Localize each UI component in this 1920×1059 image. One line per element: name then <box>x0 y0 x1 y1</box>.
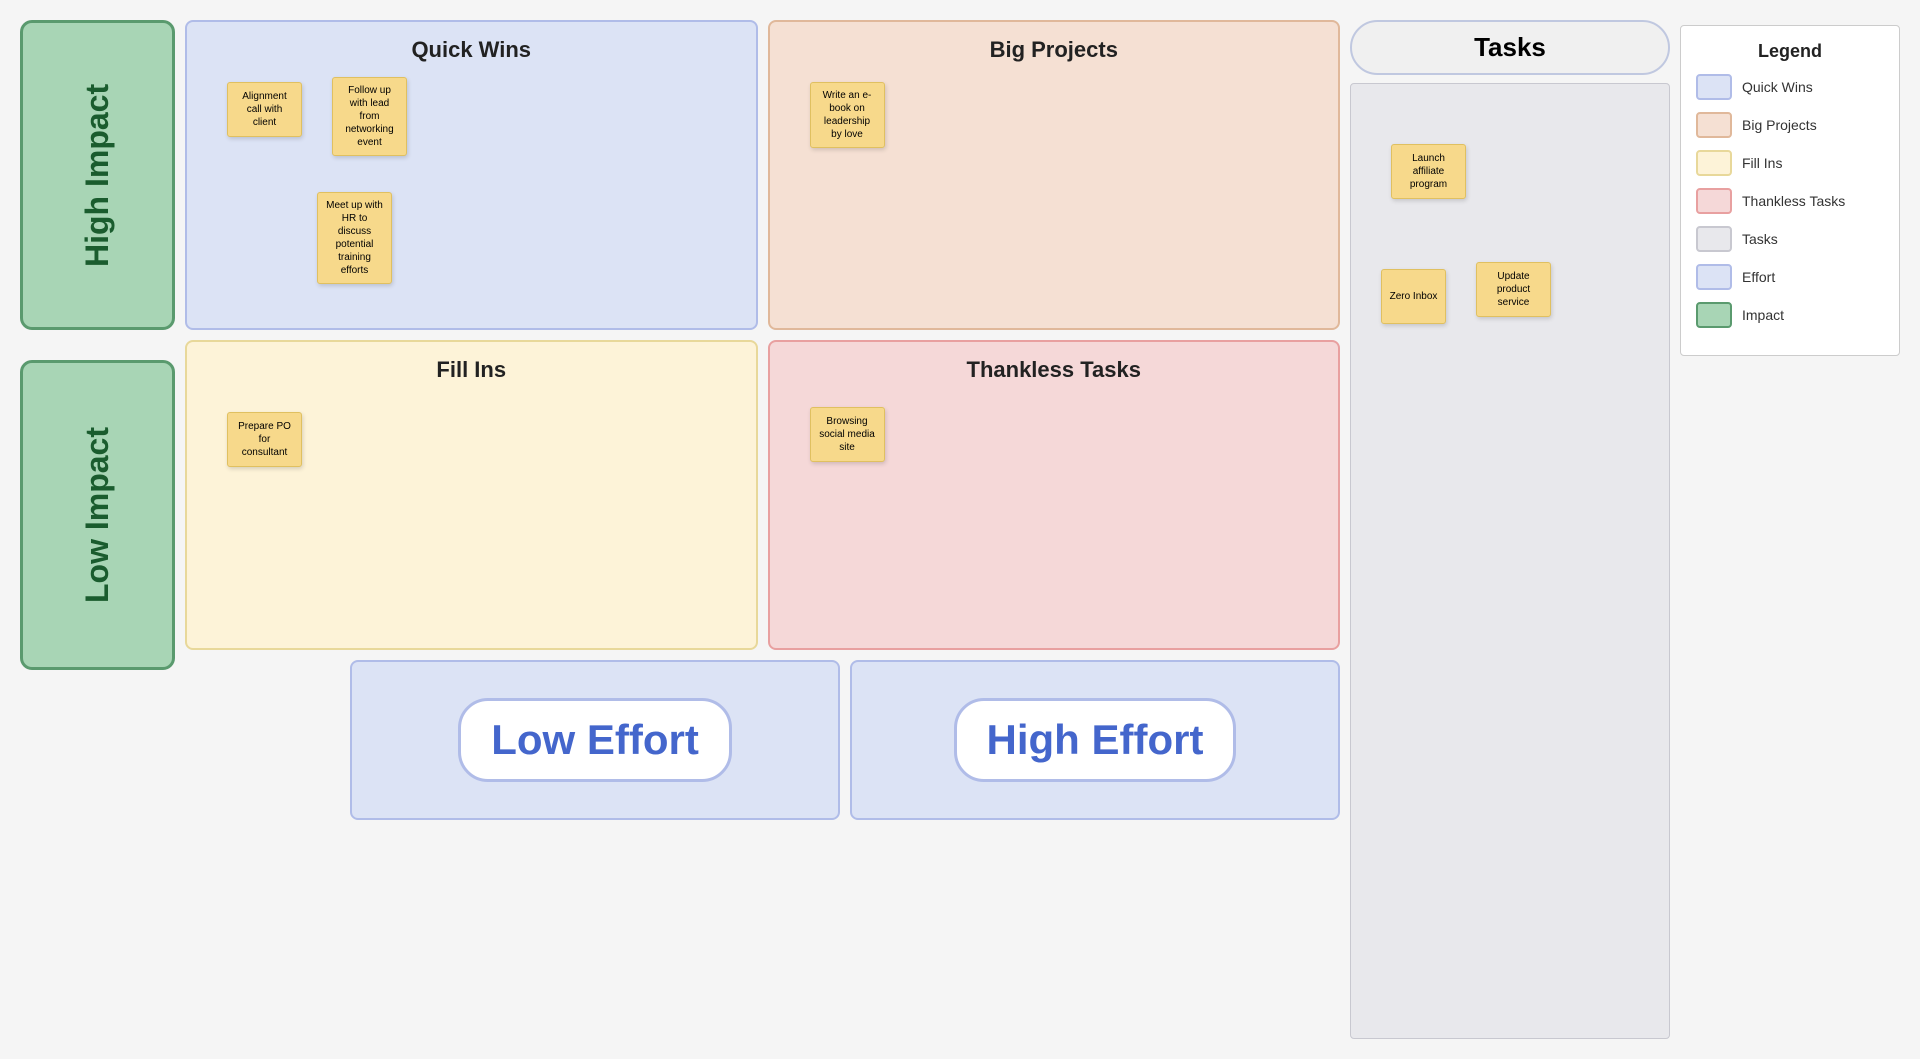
sticky-note[interactable]: Browsing social media site <box>810 407 885 462</box>
sticky-note[interactable]: Launch affiliate program <box>1391 144 1466 199</box>
legend-color-swatch <box>1696 112 1732 138</box>
legend-color-swatch <box>1696 264 1732 290</box>
low-effort-label: Low Effort <box>458 698 732 782</box>
legend-item-label: Quick Wins <box>1742 79 1813 95</box>
effort-row: Low Effort High Effort <box>185 660 1340 820</box>
thankless-tasks-quadrant: Thankless Tasks Browsing social media si… <box>768 340 1341 650</box>
matrix-top-row: Quick Wins Alignment call with client Fo… <box>185 20 1340 330</box>
legend-color-swatch <box>1696 74 1732 100</box>
legend-panel: Legend Quick Wins Big Projects Fill Ins Tha… <box>1680 25 1900 356</box>
main-container: High Impact Low Impact Quick Wins Alignm… <box>0 0 1920 1059</box>
legend-item: Effort <box>1696 264 1884 290</box>
sticky-note[interactable]: Alignment call with client <box>227 82 302 137</box>
big-projects-title: Big Projects <box>785 37 1324 63</box>
matrix-area: Quick Wins Alignment call with client Fo… <box>185 20 1340 1039</box>
tasks-body: Launch affiliate program Zero Inbox Upda… <box>1350 83 1670 1039</box>
sticky-note[interactable]: Meet up with HR to discuss potential tra… <box>317 192 392 284</box>
legend-item-label: Tasks <box>1742 231 1778 247</box>
high-impact-label: High Impact <box>20 20 175 330</box>
legend-item: Impact <box>1696 302 1884 328</box>
legend-item: Tasks <box>1696 226 1884 252</box>
quick-wins-title: Quick Wins <box>202 37 741 63</box>
legend-item: Quick Wins <box>1696 74 1884 100</box>
tasks-header: Tasks <box>1350 20 1670 75</box>
low-impact-label: Low Impact <box>20 360 175 670</box>
legend-color-swatch <box>1696 188 1732 214</box>
sticky-note[interactable]: Update product service <box>1476 262 1551 317</box>
fill-ins-title: Fill Ins <box>202 357 741 383</box>
thankless-tasks-title: Thankless Tasks <box>785 357 1324 383</box>
matrix-bottom-row: Fill Ins Prepare PO for consultant Thank… <box>185 340 1340 650</box>
legend-title: Legend <box>1696 41 1884 62</box>
legend-item-label: Thankless Tasks <box>1742 193 1845 209</box>
big-projects-quadrant: Big Projects Write an e-book on leadersh… <box>768 20 1341 330</box>
sticky-note[interactable]: Write an e-book on leadership by love <box>810 82 885 148</box>
fill-ins-quadrant: Fill Ins Prepare PO for consultant <box>185 340 758 650</box>
legend-color-swatch <box>1696 302 1732 328</box>
sticky-note[interactable]: Zero Inbox <box>1381 269 1446 324</box>
legend-item-label: Impact <box>1742 307 1784 323</box>
legend-color-swatch <box>1696 226 1732 252</box>
legend-item: Fill Ins <box>1696 150 1884 176</box>
legend-item: Thankless Tasks <box>1696 188 1884 214</box>
sticky-note[interactable]: Prepare PO for consultant <box>227 412 302 467</box>
impact-column: High Impact Low Impact <box>20 20 175 1039</box>
high-effort-box: High Effort <box>850 660 1340 820</box>
legend-item-label: Big Projects <box>1742 117 1817 133</box>
legend-item-label: Effort <box>1742 269 1775 285</box>
sticky-note[interactable]: Follow up with lead from networking even… <box>332 77 407 156</box>
tasks-panel: Tasks Launch affiliate program Zero Inbo… <box>1350 20 1670 1039</box>
low-effort-box: Low Effort <box>350 660 840 820</box>
legend-color-swatch <box>1696 150 1732 176</box>
legend-item-label: Fill Ins <box>1742 155 1782 171</box>
high-effort-label: High Effort <box>954 698 1237 782</box>
quick-wins-quadrant: Quick Wins Alignment call with client Fo… <box>185 20 758 330</box>
legend-item: Big Projects <box>1696 112 1884 138</box>
